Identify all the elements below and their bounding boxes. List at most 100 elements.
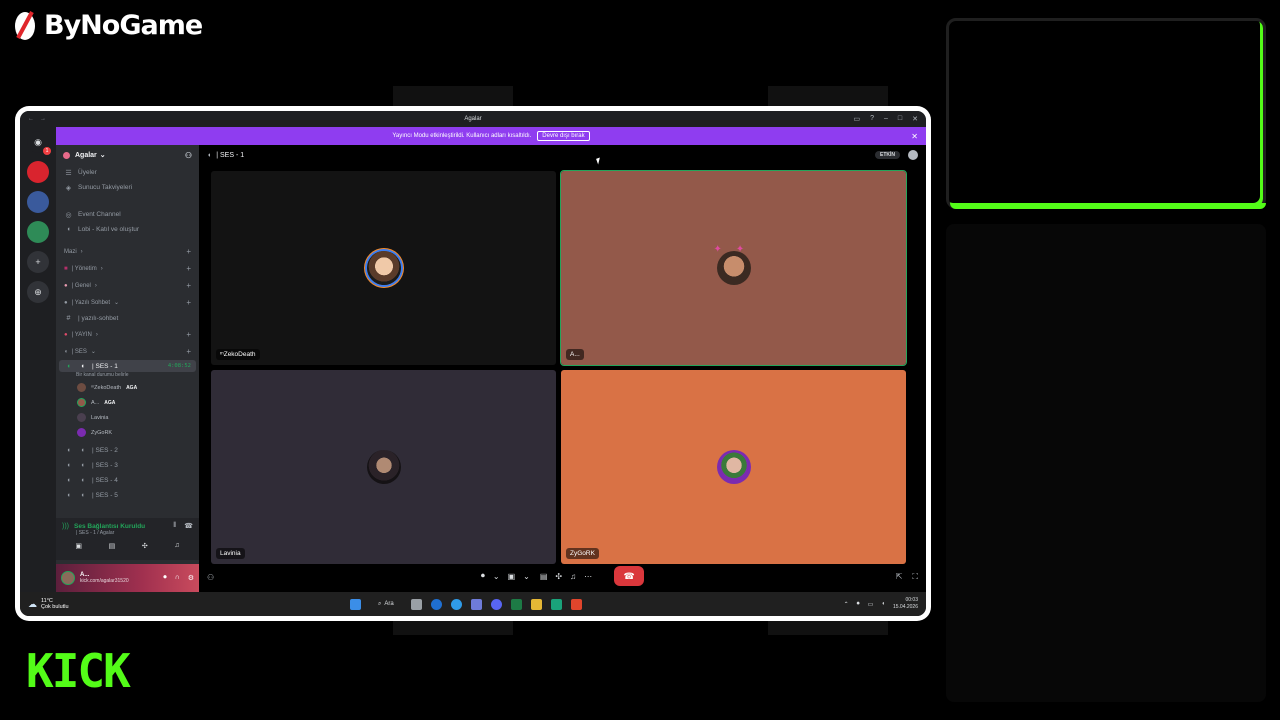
voice-channel-label: | SES - 4 — [92, 477, 118, 484]
lobby-channel[interactable]: ◖ Lobi - Katıl ve oluştur — [56, 222, 199, 237]
add-channel-icon[interactable]: + — [186, 347, 191, 356]
settings-gear-icon[interactable]: ⚙ — [188, 574, 194, 582]
activity-pill[interactable]: ETKİN — [875, 151, 900, 159]
participant-tile[interactable]: ZyGoRK — [561, 370, 906, 564]
add-channel-icon[interactable]: + — [186, 298, 191, 307]
bynogame-text: ByNoGame — [44, 9, 203, 41]
add-server-icon[interactable]: + — [27, 251, 49, 273]
end-call-button[interactable]: ☎ — [614, 566, 645, 586]
edge-icon[interactable] — [450, 598, 462, 610]
category-label: | Yönetim — [71, 265, 97, 272]
voice-user[interactable]: A... AGA — [56, 395, 199, 410]
category-yayin[interactable]: ● | YAYIN › + — [56, 326, 199, 343]
chevron-up-icon[interactable]: ⌄ — [493, 572, 500, 581]
activities-icon[interactable]: ✣ — [555, 572, 562, 581]
discover-icon[interactable]: ⊕ — [27, 281, 49, 303]
text-channel-yazili-sohbet[interactable]: # | yazılı-sohbet — [56, 311, 199, 326]
noise-suppression-icon[interactable]: ⫴ — [173, 522, 176, 530]
close-banner-icon[interactable]: ✕ — [911, 132, 918, 141]
category-ses[interactable]: ◖ | SES ⌄ + — [56, 343, 199, 360]
stage-icon: ◎ — [65, 211, 72, 219]
add-channel-icon[interactable]: + — [186, 247, 191, 256]
camera-off-icon[interactable]: ▣ — [75, 542, 82, 550]
soundboard-icon[interactable]: ♫ — [570, 572, 576, 581]
file-explorer-icon[interactable] — [530, 598, 542, 610]
voice-channel-ses-2[interactable]: ◖ ◖ | SES - 2 — [56, 443, 199, 458]
disable-streamer-mode-button[interactable]: Devre dışı bırak — [537, 131, 590, 141]
server-boosts-item[interactable]: ◈ Sunucu Takviyeleri — [56, 180, 199, 195]
participant-tile[interactable]: Lavinia — [211, 370, 556, 564]
inbox-icon[interactable]: ▭ — [853, 115, 860, 123]
server-icon[interactable] — [27, 221, 49, 243]
voice-connected-subtitle[interactable]: | SES - 1 / Agalar — [62, 530, 193, 536]
invite-icon[interactable]: ⚇ — [185, 151, 192, 160]
participant-tile[interactable]: ᵐZekoDeath — [211, 171, 556, 365]
microphone-icon[interactable]: ⏺ — [163, 574, 167, 582]
add-channel-icon[interactable]: + — [186, 330, 191, 339]
members-item[interactable]: ☰ Üyeler — [56, 165, 199, 180]
soundboard-icon[interactable]: ♫ — [174, 542, 179, 550]
microphone-icon[interactable]: ⏺ — [481, 571, 485, 581]
activities-icon[interactable]: ✣ — [142, 542, 148, 550]
task-view-icon[interactable] — [410, 598, 422, 610]
app-icon[interactable] — [470, 598, 482, 610]
taskbar-search[interactable]: ⌕ Ara — [370, 601, 402, 608]
server-header[interactable]: Agalar ⌄ ⚇ — [56, 145, 199, 165]
weather-widget[interactable]: ☁ 11°C Çok bulutlu — [28, 598, 69, 610]
excel-icon[interactable] — [510, 598, 522, 610]
chevron-up-icon[interactable]: ⌄ — [523, 572, 530, 581]
channel-status[interactable]: Bir kanal durumu belirle — [56, 372, 199, 380]
headphones-icon[interactable]: ∩ — [175, 574, 180, 582]
network-icon[interactable]: ▭ — [868, 601, 874, 608]
app-icon[interactable] — [550, 598, 562, 610]
maximize-icon[interactable]: □ — [898, 115, 902, 123]
close-icon[interactable]: ✕ — [912, 115, 918, 123]
microphone-icon[interactable]: ⏺ — [857, 601, 860, 608]
back-arrow-icon[interactable]: ← — [28, 116, 34, 122]
participant-tile[interactable]: ✦✦ A... — [560, 170, 907, 366]
category-mazi[interactable]: Mazi › + — [56, 243, 199, 260]
server-icon[interactable] — [27, 191, 49, 213]
windows-start-icon[interactable] — [350, 598, 361, 610]
screen-share-icon[interactable]: ▤ — [109, 542, 116, 550]
category-genel[interactable]: ● | Genel › + — [56, 277, 199, 294]
signal-icon[interactable]: ))) — [62, 523, 69, 530]
voice-connected-title[interactable]: Ses Bağlantısı Kuruldu — [74, 523, 145, 530]
chat-icon[interactable] — [908, 150, 918, 160]
forward-arrow-icon[interactable]: → — [40, 116, 46, 122]
minimize-icon[interactable]: – — [884, 115, 888, 123]
brave-icon[interactable] — [570, 598, 582, 610]
voice-user[interactable]: ZyGoRK — [56, 425, 199, 440]
voice-user[interactable]: ᵐZekoDeath AGA — [56, 380, 199, 395]
voice-connection-panel: ))) Ses Bağlantısı Kuruldu ⫴ ☎ | SES - 1… — [56, 518, 199, 560]
screen-share-icon[interactable]: ▤ — [540, 572, 548, 581]
discord-home-icon[interactable]: ◉ 1 — [27, 131, 51, 155]
category-label: | Yazılı Sohbet — [71, 299, 110, 306]
category-yazili-sohbet[interactable]: ● | Yazılı Sohbet ⌄ + — [56, 294, 199, 311]
voice-user[interactable]: Lavinia — [56, 410, 199, 425]
avatar[interactable] — [61, 571, 75, 585]
voice-channel-ses-5[interactable]: ◖ ◖ | SES - 5 — [56, 488, 199, 503]
category-yonetim[interactable]: ■ | Yönetim › + — [56, 260, 199, 277]
fullscreen-icon[interactable]: ⛶ — [912, 572, 918, 582]
disconnect-icon[interactable]: ☎ — [184, 522, 193, 530]
server-icon[interactable] — [27, 161, 49, 183]
voice-channel-ses-4[interactable]: ◖ ◖ | SES - 4 — [56, 473, 199, 488]
steam-icon[interactable] — [430, 598, 442, 610]
pop-out-icon[interactable]: ⇱ — [896, 572, 903, 582]
hash-icon: # — [66, 315, 71, 322]
streamer-mode-banner: Yayıncı Modu etkinleştirildi. Kullanıcı … — [56, 127, 926, 145]
more-options-icon[interactable]: ⋯ — [584, 572, 592, 581]
voice-channel-ses-1[interactable]: ◖ ◖ | SES - 1 4:08:52 — [59, 360, 196, 372]
discord-icon[interactable] — [490, 598, 502, 610]
event-channel[interactable]: ◎ Event Channel — [56, 207, 199, 222]
add-channel-icon[interactable]: + — [186, 281, 191, 290]
chevron-up-icon[interactable]: ⌃ — [844, 601, 849, 608]
voice-channel-ses-3[interactable]: ◖ ◖ | SES - 3 — [56, 458, 199, 473]
help-icon[interactable]: ? — [870, 115, 874, 123]
chevron-down-icon: ⌄ — [90, 349, 96, 355]
volume-icon[interactable]: ◖ — [881, 601, 885, 607]
camera-icon[interactable]: ▣ — [508, 572, 516, 581]
clock[interactable]: 00:03 15.04.2026 — [893, 597, 918, 611]
add-channel-icon[interactable]: + — [186, 264, 191, 273]
